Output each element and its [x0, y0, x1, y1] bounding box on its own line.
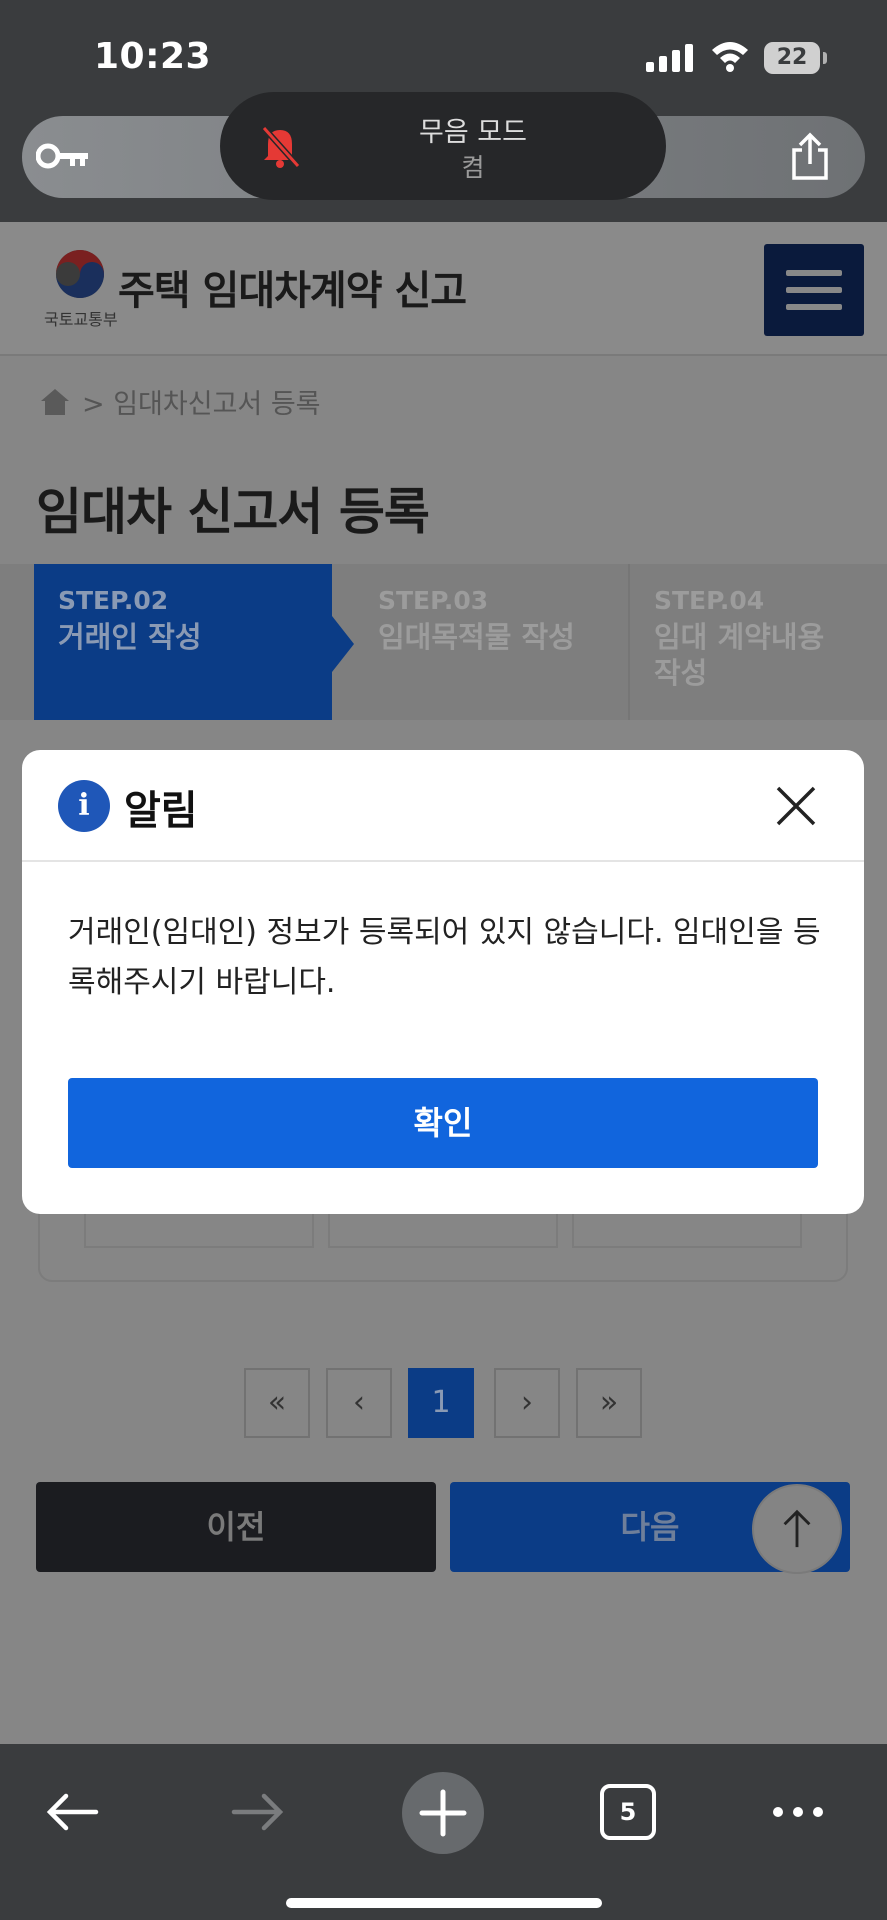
back-arrow-icon[interactable] [44, 1788, 100, 1836]
pagination-prev-button[interactable]: ‹ [326, 1368, 392, 1438]
confirm-button[interactable]: 확인 [68, 1078, 818, 1168]
breadcrumb-current[interactable]: 임대차신고서 등록 [113, 389, 320, 420]
home-indicator[interactable] [286, 1898, 602, 1908]
arrow-up-icon [783, 1509, 811, 1548]
card-button[interactable] [84, 1212, 314, 1248]
breadcrumb-separator: > [82, 389, 105, 420]
menu-button[interactable] [764, 244, 864, 336]
silent-mode-state: 켬 [461, 153, 485, 182]
browser-toolbar: 5 [0, 1744, 887, 1920]
site-title[interactable]: 주택 임대차계약 신고 [118, 258, 467, 316]
scroll-top-button[interactable] [752, 1484, 842, 1574]
status-time: 10:23 [94, 36, 212, 77]
menu-icon-line [786, 304, 842, 310]
pagination-next-button[interactable]: › [494, 1368, 560, 1438]
step-name: 임대 계약내용 작성 [654, 620, 825, 690]
step-arrow [332, 616, 354, 672]
plus-icon [419, 1789, 467, 1837]
more-icon[interactable] [770, 1802, 826, 1822]
silent-mode-title: 무음 모드 [419, 117, 527, 148]
home-icon[interactable] [40, 388, 70, 416]
step-name: 거래인 작성 [58, 620, 202, 654]
breadcrumb-text: > 임대차신고서 등록 [82, 382, 321, 421]
card-button[interactable] [328, 1212, 558, 1248]
tabs-button[interactable]: 5 [600, 1784, 656, 1840]
step-item-2: STEP.02 거래인 작성 [34, 564, 332, 720]
dialog-title: 알림 [124, 788, 198, 834]
silent-mode-notice: 무음 모드 켬 [220, 92, 666, 200]
step-number: STEP.04 [654, 586, 765, 615]
battery-icon: 22 [764, 42, 820, 74]
pagination-last-button[interactable]: » [576, 1368, 642, 1438]
step-item-4: STEP.04 임대 계약내용 작성 [628, 564, 887, 720]
close-icon[interactable] [770, 780, 822, 832]
wifi-icon [712, 42, 748, 72]
cellular-signal-icon [646, 44, 693, 72]
step-number: STEP.03 [378, 586, 489, 615]
page-title: 임대차 신고서 등록 [36, 483, 430, 541]
previous-button[interactable]: 이전 [36, 1482, 436, 1572]
info-icon: i [58, 780, 110, 832]
alert-dialog: i 알림 거래인(임대인) 정보가 등록되어 있지 않습니다. 임대인을 등록해… [22, 750, 864, 1214]
pagination-first-button[interactable]: « [244, 1368, 310, 1438]
forward-arrow-icon[interactable] [230, 1788, 286, 1836]
dialog-header: i 알림 [22, 750, 864, 862]
menu-icon [786, 270, 842, 276]
step-item-3: STEP.03 임대목적물 작성 [354, 564, 626, 720]
key-icon[interactable] [36, 140, 92, 172]
step-name: 임대목적물 작성 [378, 620, 575, 654]
menu-icon-line [786, 287, 842, 293]
battery-tip [823, 52, 827, 64]
pagination-page-1[interactable]: 1 [408, 1368, 474, 1438]
card-button[interactable] [572, 1212, 802, 1248]
new-tab-button[interactable] [402, 1772, 484, 1854]
step-number: STEP.02 [58, 586, 169, 615]
logo-org-name: 국토교통부 [44, 310, 118, 329]
share-icon[interactable] [788, 132, 832, 182]
dialog-message: 거래인(임대인) 정보가 등록되어 있지 않습니다. 임대인을 등록해주시기 바… [68, 915, 821, 1000]
site-header: 국토교통부 주택 임대차계약 신고 [0, 222, 887, 356]
government-logo-icon[interactable] [54, 248, 106, 300]
step-indicator: STEP.02 거래인 작성 STEP.03 임대목적물 작성 STEP.04 … [0, 564, 887, 720]
